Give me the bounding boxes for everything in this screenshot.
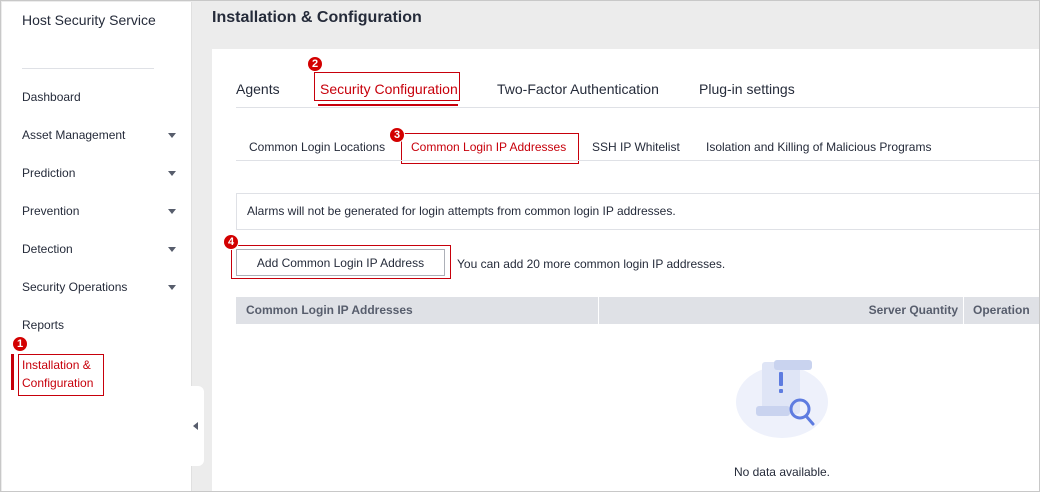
column-separator bbox=[963, 297, 964, 324]
tab-agents[interactable]: Agents bbox=[236, 79, 280, 99]
sidebar-item-label: Installation & bbox=[22, 358, 91, 372]
column-separator bbox=[598, 297, 599, 324]
tab-two-factor-authentication[interactable]: Two-Factor Authentication bbox=[497, 79, 659, 99]
tab-security-configuration[interactable]: Security Configuration bbox=[320, 79, 458, 99]
sidebar-item-dashboard[interactable]: Dashboard bbox=[22, 87, 182, 107]
info-notice: Alarms will not be generated for login a… bbox=[236, 193, 1039, 230]
chevron-down-icon bbox=[168, 171, 176, 176]
sidebar-item-asset-management[interactable]: Asset Management bbox=[22, 125, 182, 145]
sidebar-item-installation-configuration[interactable]: Installation & Configuration bbox=[18, 354, 104, 396]
callout-badge-1: 1 bbox=[12, 336, 28, 352]
sidebar-item-prediction[interactable]: Prediction bbox=[22, 163, 182, 183]
sidebar-item-label: Detection bbox=[22, 242, 73, 256]
add-common-login-ip-button[interactable]: Add Common Login IP Address bbox=[236, 249, 445, 276]
tabs-divider bbox=[236, 107, 1039, 108]
sidebar-divider bbox=[22, 68, 154, 69]
sidebar-item-security-operations[interactable]: Security Operations bbox=[22, 277, 182, 297]
column-header-server-quantity[interactable]: Server Quantity bbox=[869, 297, 958, 324]
active-indicator bbox=[11, 354, 14, 390]
sidebar-item-label: Prevention bbox=[22, 204, 80, 218]
empty-data-icon bbox=[736, 360, 828, 438]
sidebar-item-label: Security Operations bbox=[22, 280, 128, 294]
active-tab-underline bbox=[318, 104, 458, 106]
table-header: Common Login IP Addresses Server Quantit… bbox=[236, 297, 1039, 324]
sidebar-item-label: Dashboard bbox=[22, 90, 81, 104]
subtab-common-login-ip-addresses[interactable]: Common Login IP Addresses bbox=[411, 139, 566, 155]
column-header-ip-addresses[interactable]: Common Login IP Addresses bbox=[246, 297, 413, 324]
tab-plugin-settings[interactable]: Plug-in settings bbox=[699, 79, 795, 99]
empty-state-text: No data available. bbox=[733, 465, 831, 479]
sidebar-item-label: Configuration bbox=[22, 376, 94, 390]
chevron-down-icon bbox=[168, 209, 176, 214]
callout-badge-2: 2 bbox=[307, 56, 323, 72]
page-title: Installation & Configuration bbox=[212, 9, 422, 26]
subtabs-divider bbox=[236, 160, 1039, 161]
column-header-operation: Operation bbox=[973, 303, 1030, 317]
callout-badge-3: 3 bbox=[389, 127, 405, 143]
sidebar-collapse-handle[interactable] bbox=[190, 386, 204, 466]
sidebar-item-prevention[interactable]: Prevention bbox=[22, 201, 182, 221]
sidebar-item-label: Asset Management bbox=[22, 128, 126, 142]
sidebar: Host Security Service Dashboard Asset Ma… bbox=[2, 2, 192, 491]
sidebar-item-detection[interactable]: Detection bbox=[22, 239, 182, 259]
subtab-isolation-killing[interactable]: Isolation and Killing of Malicious Progr… bbox=[706, 139, 931, 155]
chevron-left-icon bbox=[193, 422, 198, 430]
sidebar-item-label: Prediction bbox=[22, 166, 76, 180]
chevron-down-icon bbox=[168, 133, 176, 138]
subtab-ssh-ip-whitelist[interactable]: SSH IP Whitelist bbox=[592, 139, 680, 155]
sidebar-item-reports[interactable]: Reports bbox=[22, 315, 182, 335]
app-frame: Host Security Service Dashboard Asset Ma… bbox=[0, 0, 1040, 492]
quota-text: You can add 20 more common login IP addr… bbox=[457, 257, 726, 271]
sidebar-item-label: Reports bbox=[22, 318, 65, 332]
subtab-common-login-locations[interactable]: Common Login Locations bbox=[249, 139, 385, 155]
service-title: Host Security Service bbox=[22, 12, 156, 28]
main-card: Agents Security Configuration Two-Factor… bbox=[212, 49, 1039, 491]
callout-badge-4: 4 bbox=[223, 234, 239, 250]
chevron-down-icon bbox=[168, 247, 176, 252]
chevron-down-icon bbox=[168, 285, 176, 290]
